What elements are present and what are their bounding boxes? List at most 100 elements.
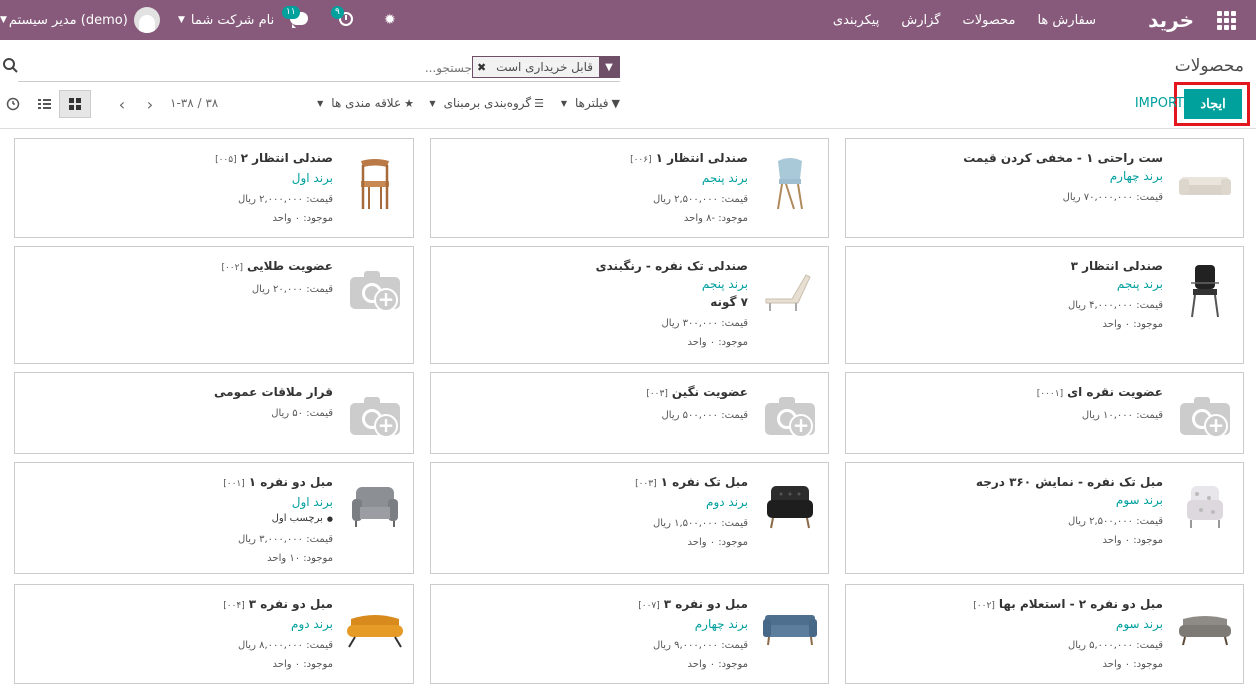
product-name: مبل دو نفره ۳[۰۰۴] [223, 597, 333, 611]
filters-label: فیلترها [574, 96, 609, 110]
product-price: قیمت: ۱,۵۰۰,۰۰۰ ریال [652, 518, 748, 529]
create-button[interactable]: ایجاد [1184, 89, 1242, 119]
product-card[interactable]: مبل دو نفره ۱[۰۰۱] برند اول برچسب اول قیمت:… [14, 462, 414, 574]
product-price: قیمت: ۴,۰۰۰,۰۰۰ ریال [1067, 300, 1163, 311]
product-stock: موجود: ۰ واحد [272, 659, 333, 670]
menu-configuration[interactable]: پیکربندی [833, 13, 879, 28]
product-card[interactable]: مبل تک نفره - نمایش ۳۶۰ درجه برند سوم قیمت… [845, 462, 1244, 574]
product-card[interactable]: صندلی انتظار ۳ برند پنجم قیمت: ۴,۰۰۰,۰۰۰ ر… [845, 246, 1244, 364]
product-stock: موجود: ۰ واحد [687, 537, 748, 548]
kanban-view-button[interactable] [59, 90, 91, 118]
favorites-label: علاقه مندی ها [331, 96, 402, 110]
product-card[interactable]: صندلی تک نفره - رنگبندی برند پنجم ۷ گونه قی… [430, 246, 829, 364]
activity-clock-icon [6, 97, 20, 111]
product-info: قرار ملاقات عمومی قیمت: ۵۰ ریال [214, 383, 333, 423]
product-image [1175, 597, 1235, 661]
product-info: صندلی انتظار ۲[۰۰۵] برند اول قیمت: ۲,۰۰۰,۰… [215, 149, 333, 228]
search-input[interactable] [172, 58, 472, 78]
company-switcher[interactable]: ▼ نام شرکت شما [178, 0, 280, 40]
product-price: قیمت: ۱۰,۰۰۰ ریال [1081, 410, 1163, 421]
product-image [345, 475, 405, 539]
product-image [760, 475, 820, 539]
filters-dropdown[interactable]: ▼ فیلترها ▼ [561, 96, 620, 110]
product-info: عضویت نقره ای[۰۰۰۱] قیمت: ۱۰,۰۰۰ ریال [1037, 383, 1163, 425]
product-name: صندلی انتظار ۳ [1070, 259, 1163, 273]
product-card[interactable]: مبل دو نفره ۳[۰۰۴] برند دوم قیمت: ۸,۰۰۰,۰۰… [14, 584, 414, 684]
product-code: [۰۰۴] [223, 601, 245, 611]
product-price: قیمت: ۵۰۰,۰۰۰ ریال [661, 410, 748, 421]
product-info: صندلی تک نفره - رنگبندی برند پنجم ۷ گونه قی… [596, 257, 748, 352]
import-button[interactable]: IMPORT [1135, 96, 1184, 111]
product-card[interactable]: + عضویت نقره ای[۰۰۰۱] قیمت: ۱۰,۰۰۰ ریال [845, 372, 1244, 454]
product-price: قیمت: ۳۰۰,۰۰۰ ریال [661, 318, 748, 329]
image-placeholder-camera-icon: + [345, 259, 405, 323]
product-image [1175, 259, 1235, 323]
product-name: عضویت نگین[۰۰۳] [646, 385, 748, 399]
star-icon: ★ [404, 96, 414, 110]
product-card[interactable]: + عضویت نگین[۰۰۳] قیمت: ۵۰۰,۰۰۰ ریال [430, 372, 829, 454]
product-brand: برند پنجم [701, 277, 748, 291]
list-icon: ☰ [534, 96, 544, 110]
activity-view-button[interactable] [0, 90, 29, 118]
caret-down-icon: ▼ [560, 98, 567, 108]
message-count-badge: ۱۱ [282, 6, 300, 19]
user-menu[interactable]: ▼ مدیر سیستم (demo) [0, 0, 160, 40]
product-card[interactable]: مبل تک نفره ۱[۰۰۳] برند دوم قیمت: ۱,۵۰۰,۰۰… [430, 462, 829, 574]
product-card[interactable]: + قرار ملاقات عمومی قیمت: ۵۰ ریال [14, 372, 414, 454]
product-card[interactable]: صندلی انتظار ۲[۰۰۵] برند اول قیمت: ۲,۰۰۰,۰… [14, 138, 414, 238]
company-name: نام شرکت شما [190, 12, 275, 28]
pager-next-chevron-icon[interactable]: › [140, 93, 160, 115]
apps-menu-icon[interactable] [1206, 0, 1246, 40]
debug-bug-icon[interactable]: ✹ [384, 0, 396, 40]
product-price: قیمت: ۲,۵۰۰,۰۰۰ ریال [652, 194, 748, 205]
product-brand: برند سوم [1115, 493, 1163, 507]
product-stock: موجود: ۰ واحد [1102, 535, 1163, 546]
product-name: عضویت طلایی[۰۰۲] [221, 259, 333, 273]
groupby-dropdown[interactable]: ☰ گروه‌بندی برمبنای ▼ [429, 96, 544, 110]
list-lines-icon [37, 99, 51, 109]
product-name: صندلی تک نفره - رنگبندی [595, 259, 748, 273]
pager-value[interactable]: ۱-۳۸ / ۳۸ [170, 96, 218, 110]
main-menu: سفارش ها محصولات گزارش پیکربندی [811, 0, 1096, 40]
groupby-label: گروه‌بندی برمبنای [443, 96, 532, 110]
list-view-button[interactable] [28, 90, 60, 118]
product-card[interactable]: + عضویت طلایی[۰۰۲] قیمت: ۲۰,۰۰۰ ریال [14, 246, 414, 364]
product-info: صندلی انتظار ۳ برند پنجم قیمت: ۴,۰۰۰,۰۰۰ ر… [1068, 257, 1163, 334]
search-facet: ▼ قابل خریداری است ✖ [471, 56, 620, 78]
image-placeholder-camera-icon: + [1175, 385, 1235, 449]
product-price: قیمت: ۲۰,۰۰۰ ریال [251, 284, 333, 295]
menu-products[interactable]: محصولات [962, 13, 1015, 28]
messages-button[interactable]: ۱۱ [282, 0, 308, 40]
product-card[interactable]: مبل دو نفره ۳[۰۰۷] برند چهارم قیمت: ۹,۰۰۰,… [430, 584, 829, 684]
product-price: قیمت: ۷۰,۰۰۰,۰۰۰ ریال [1062, 192, 1163, 203]
activity-button[interactable]: ۹ [331, 0, 353, 40]
favorites-dropdown[interactable]: ★ علاقه مندی ها ▼ [317, 96, 414, 110]
app-brand[interactable]: خرید [1148, 0, 1194, 40]
product-name: قرار ملاقات عمومی [214, 385, 333, 399]
product-image [345, 151, 405, 215]
product-code: [۰۰۷] [638, 601, 660, 611]
control-panel-divider [0, 128, 1256, 129]
product-image [760, 151, 820, 215]
filter-funnel-icon: ▼ [599, 57, 619, 77]
pager-prev-chevron-icon[interactable]: ‹ [112, 93, 132, 115]
product-name: مبل دو نفره ۳[۰۰۷] [638, 597, 748, 611]
product-image [1175, 475, 1235, 539]
facet-remove-icon[interactable]: ✖ [472, 57, 491, 77]
menu-orders[interactable]: سفارش ها [1037, 13, 1096, 28]
top-navbar: خرید سفارش ها محصولات گزارش پیکربندی ✹ ۹… [0, 0, 1256, 40]
product-card[interactable]: صندلی انتظار ۱[۰۰۶] برند پنجم قیمت: ۲,۵۰۰,… [430, 138, 829, 238]
product-card[interactable]: ست راحتی ۱ - مخفی کردن قیمت برند چهارم قیم… [845, 138, 1244, 238]
avatar [133, 7, 160, 33]
menu-reporting[interactable]: گزارش [901, 13, 940, 28]
product-card[interactable]: مبل دو نفره ۲ - استعلام بها[۰۰۲] برند سوم… [845, 584, 1244, 684]
product-brand: برند دوم [706, 495, 748, 509]
product-brand: برند اول [291, 495, 333, 509]
product-info: مبل دو نفره ۳[۰۰۷] برند چهارم قیمت: ۹,۰۰۰,… [638, 595, 748, 674]
search-icon[interactable] [2, 57, 18, 73]
product-name: مبل تک نفره - نمایش ۳۶۰ درجه [975, 475, 1163, 489]
product-code: [۰۰۳] [646, 389, 668, 399]
product-variants: ۷ گونه [710, 295, 748, 309]
product-name: مبل دو نفره ۲ - استعلام بها[۰۰۲] [973, 597, 1163, 611]
product-image [345, 597, 405, 661]
